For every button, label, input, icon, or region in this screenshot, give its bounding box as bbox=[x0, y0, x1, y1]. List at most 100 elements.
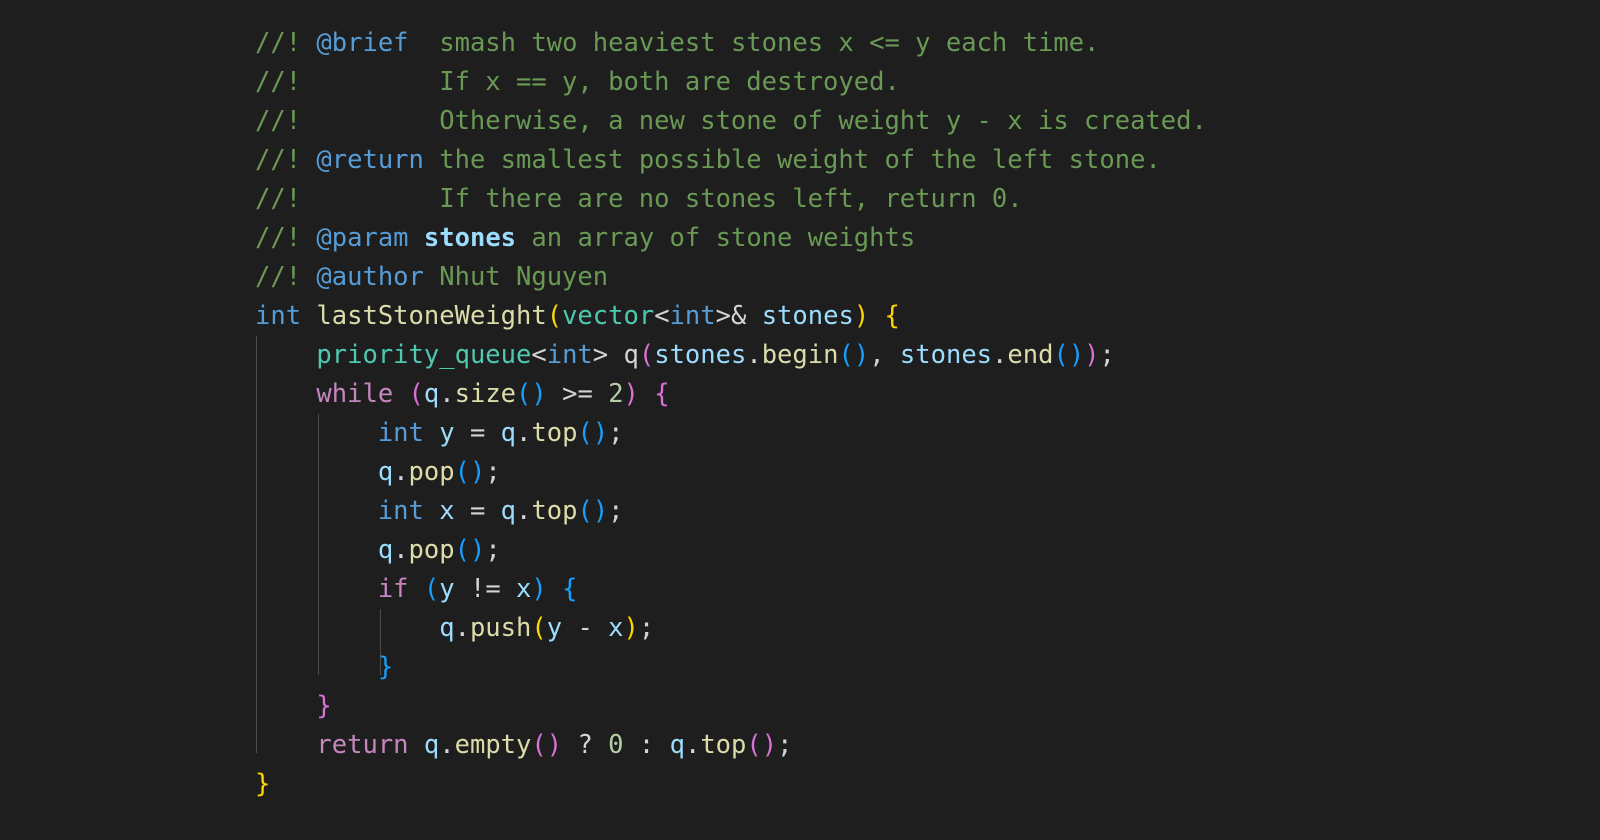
code-line[interactable]: //! If there are no stones left, return … bbox=[255, 180, 1207, 219]
code-line[interactable]: //! If x == y, both are destroyed. bbox=[255, 63, 1207, 102]
token-b2: } bbox=[316, 691, 332, 721]
token-b2: ) bbox=[546, 730, 563, 760]
code-line[interactable]: } bbox=[255, 765, 1207, 804]
token-number: 2 bbox=[608, 379, 624, 409]
token-func: top bbox=[700, 730, 747, 760]
code-line[interactable]: while (q.size() >= 2) { bbox=[255, 375, 1207, 414]
token-plain: , bbox=[869, 340, 900, 370]
token-var: stones bbox=[654, 340, 747, 370]
code-line[interactable]: int x = q.top(); bbox=[255, 492, 1207, 531]
token-control: while bbox=[316, 379, 394, 409]
token-comment: //! bbox=[255, 262, 317, 292]
code-line[interactable]: int y = q.top(); bbox=[255, 414, 1207, 453]
code-line[interactable]: //! Otherwise, a new stone of weight y -… bbox=[255, 102, 1207, 141]
token-docparam: stones bbox=[423, 223, 517, 253]
token-b2: ( bbox=[408, 379, 424, 409]
token-func: size bbox=[454, 379, 517, 409]
token-b2: ) bbox=[1084, 340, 1100, 370]
token-plain: . bbox=[393, 535, 409, 565]
token-plain: >& bbox=[715, 301, 762, 331]
token-b1: ) bbox=[853, 301, 870, 331]
token-plain: - bbox=[562, 613, 609, 643]
token-var: q bbox=[423, 379, 440, 409]
code-line[interactable]: return q.empty() ? 0 : q.top(); bbox=[255, 726, 1207, 765]
token-plain: = bbox=[454, 418, 501, 448]
code-line[interactable]: q.pop(); bbox=[255, 531, 1207, 570]
token-number: 0 bbox=[608, 730, 624, 760]
token-b2: ) bbox=[761, 730, 778, 760]
token-func: pop bbox=[408, 535, 455, 565]
token-plain: = bbox=[454, 496, 501, 526]
token-plain: ; bbox=[608, 496, 624, 526]
code-line[interactable]: if (y != x) { bbox=[255, 570, 1207, 609]
token-var: x bbox=[516, 574, 532, 604]
code-line[interactable]: int lastStoneWeight(vector<int>& stones)… bbox=[255, 297, 1207, 336]
code-line[interactable]: q.push(y - x); bbox=[255, 609, 1207, 648]
token-plain: ; bbox=[485, 535, 501, 565]
token-plain: . bbox=[439, 379, 455, 409]
token-b2: ( bbox=[531, 730, 547, 760]
token-var: q bbox=[669, 730, 685, 760]
token-var: y bbox=[439, 574, 455, 604]
token-var: y bbox=[439, 418, 455, 448]
code-line[interactable]: //! @param stones an array of stone weig… bbox=[255, 219, 1207, 258]
token-plain: ; bbox=[1099, 340, 1115, 370]
code-line[interactable]: //! @brief smash two heaviest stones x <… bbox=[255, 24, 1207, 63]
token-var: q bbox=[377, 457, 394, 487]
token-b3: ( bbox=[516, 379, 532, 409]
token-doctag: @author bbox=[316, 262, 424, 292]
code-line[interactable]: //! @return the smallest possible weight… bbox=[255, 141, 1207, 180]
token-b3: ) bbox=[592, 418, 609, 448]
token-plain: . bbox=[992, 340, 1008, 370]
token-var: q bbox=[377, 535, 394, 565]
token-b2: ) bbox=[623, 379, 639, 409]
token-func: end bbox=[1007, 340, 1054, 370]
token-control: if bbox=[377, 574, 409, 604]
token-b1: } bbox=[255, 769, 271, 799]
token-plain: . bbox=[454, 613, 470, 643]
token-comment: smash two heaviest stones x <= y each ti… bbox=[408, 28, 1100, 58]
token-b3: ) bbox=[853, 340, 870, 370]
code-line[interactable]: //! @author Nhut Nguyen bbox=[255, 258, 1207, 297]
token-b2: { bbox=[654, 379, 670, 409]
token-plain: ; bbox=[485, 457, 501, 487]
token-keyword: int bbox=[377, 496, 424, 526]
code-line[interactable]: } bbox=[255, 687, 1207, 726]
token-control: return bbox=[316, 730, 409, 760]
token-comment: Nhut Nguyen bbox=[423, 262, 609, 292]
token-plain: : bbox=[623, 730, 670, 760]
token-b3: ) bbox=[531, 574, 547, 604]
code-line[interactable]: } bbox=[255, 648, 1207, 687]
token-keyword: int bbox=[377, 418, 424, 448]
token-b3: ( bbox=[1053, 340, 1069, 370]
token-plain: . bbox=[516, 418, 532, 448]
token-plain: . bbox=[393, 457, 409, 487]
token-b1: { bbox=[884, 301, 900, 331]
token-func: lastStoneWeight bbox=[316, 301, 547, 331]
token-var: x bbox=[439, 496, 455, 526]
token-plain: . bbox=[516, 496, 532, 526]
token-comment: //! If there are no stones left, return … bbox=[255, 184, 1023, 214]
token-plain: ? bbox=[562, 730, 609, 760]
token-func: push bbox=[469, 613, 532, 643]
token-b3: { bbox=[562, 574, 578, 604]
token-doctag: @brief bbox=[316, 28, 409, 58]
code-block[interactable]: //! @brief smash two heaviest stones x <… bbox=[255, 24, 1207, 804]
code-line[interactable]: q.pop(); bbox=[255, 453, 1207, 492]
token-plain: < bbox=[654, 301, 670, 331]
code-line[interactable]: priority_queue<int> q(stones.begin(), st… bbox=[255, 336, 1207, 375]
token-var: stones bbox=[761, 301, 854, 331]
